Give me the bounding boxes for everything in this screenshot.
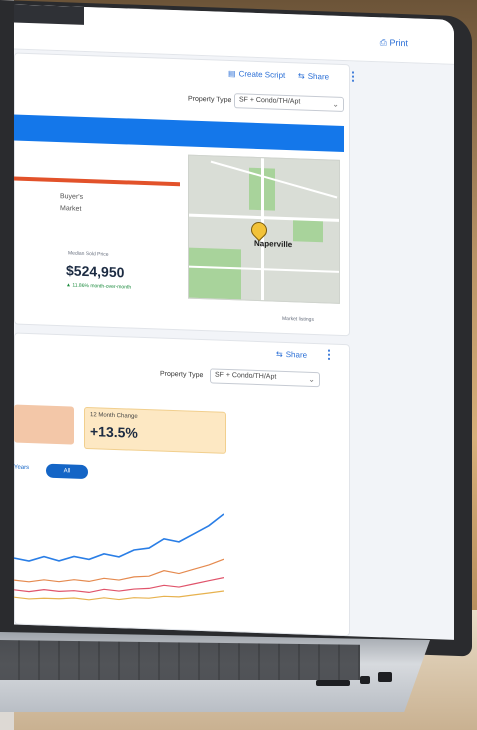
print-icon: ⎙ <box>379 37 387 48</box>
more-menu-icon-1[interactable]: ⋮ <box>347 69 359 83</box>
script-icon: ▤ <box>228 68 236 79</box>
price-trend-chart <box>14 513 224 601</box>
stat-tile-peach <box>14 404 74 445</box>
share-button-1[interactable]: ⇆ Share <box>298 71 329 81</box>
chart-series-line-1 <box>14 513 224 562</box>
property-type-label-1: Property Type <box>188 95 232 105</box>
laptop-lid: ⎙ Print ▤ Create Script ⇆ Share ⋮ Proper… <box>0 0 472 657</box>
laptop-screen: ⎙ Print ▤ Create Script ⇆ Share ⋮ Proper… <box>14 4 454 640</box>
median-value: $524,950 <box>66 262 125 281</box>
print-button[interactable]: ⎙ Print <box>380 37 408 49</box>
change-value: +13.5% <box>90 423 138 441</box>
all-toggle-button[interactable]: All <box>46 463 88 480</box>
map-footnote: Market listings <box>282 315 314 323</box>
share-icon: ⇆ <box>298 71 305 81</box>
map-city-label: Naperville <box>254 238 293 250</box>
chevron-down-icon: ⌄ <box>308 374 315 385</box>
share-icon: ⇆ <box>276 349 283 359</box>
share-button-2[interactable]: ⇆ Share <box>276 350 307 360</box>
chart-series-line-3 <box>14 577 224 594</box>
chart-series-line-4 <box>14 590 224 601</box>
property-type-label-2: Property Type <box>160 370 204 380</box>
chevron-down-icon: ⌄ <box>332 99 339 109</box>
usb-port <box>316 680 350 686</box>
market-label: Buyer's Market <box>60 193 84 213</box>
port-small <box>360 676 370 684</box>
port-rect <box>378 672 392 682</box>
more-menu-icon-2[interactable]: ⋮ <box>323 347 335 361</box>
years-toggle[interactable]: Years <box>14 464 29 471</box>
dark-tab <box>14 4 84 25</box>
keyboard <box>0 640 360 680</box>
